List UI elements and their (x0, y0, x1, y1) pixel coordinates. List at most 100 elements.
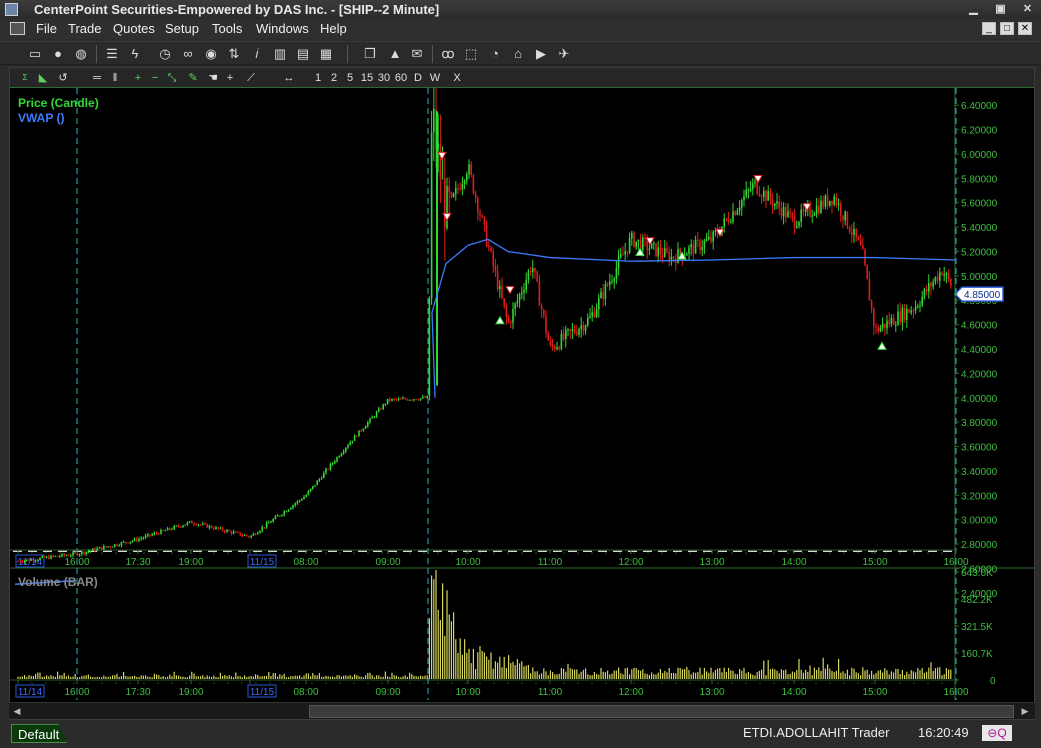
candle-body (923, 289, 926, 297)
window-icon[interactable]: ▭ (27, 46, 43, 62)
candle-body (765, 190, 767, 201)
menu-trade[interactable]: Trade (68, 19, 101, 39)
timeframe-d[interactable]: D (412, 70, 424, 86)
stretch-icon[interactable]: ↔ (282, 70, 296, 86)
crosshair-icon[interactable]: + (223, 70, 237, 86)
area-chart-icon[interactable]: ◣ (36, 70, 50, 86)
video-icon[interactable]: ▶ (533, 46, 549, 62)
candle-body (78, 554, 81, 556)
chart-canvas[interactable]: 6.40000 6.20000 6.00000 5.80000 5.60000 5.400… (10, 88, 1034, 700)
twitter-icon[interactable]: ✈ (556, 46, 572, 62)
eye-icon[interactable]: ◉ (203, 46, 219, 62)
hand-icon[interactable]: ☚ (206, 70, 220, 86)
list-icon[interactable]: ☰ (104, 46, 120, 62)
candle-body (925, 289, 928, 292)
candle-body (688, 247, 690, 254)
close-chart-tools-icon[interactable]: X (451, 70, 463, 86)
candle-body (87, 551, 90, 553)
candle-body (584, 325, 587, 331)
menu-bar: File Trade Quotes Setup Tools Windows He… (0, 19, 1041, 39)
scrollbar-thumb[interactable] (309, 705, 1014, 718)
mail-icon[interactable]: ✉ (409, 46, 425, 62)
menu-help[interactable]: Help (320, 19, 347, 39)
menu-windows[interactable]: Windows (256, 19, 309, 39)
candle-body (589, 316, 591, 318)
sum-icon[interactable]: Σ (18, 70, 32, 86)
link-icon[interactable]: ∞ (180, 46, 196, 62)
candle-body (70, 555, 72, 557)
candle-body (686, 253, 688, 256)
candle-body (155, 532, 158, 534)
info-icon[interactable]: 𝑖 (249, 46, 265, 62)
timeframe-5[interactable]: 5 (344, 70, 356, 86)
trendline-icon[interactable]: ⟋ (244, 70, 258, 86)
candle-body (342, 451, 345, 454)
undo-icon[interactable]: ↺ (56, 70, 70, 86)
candle-body (496, 270, 499, 290)
restore-icon[interactable]: ▣ (994, 3, 1007, 15)
home-icon[interactable]: ⌂ (510, 46, 526, 62)
vertical-line-icon[interactable]: ‖ (108, 70, 122, 86)
timeframe-2[interactable]: 2 (328, 70, 340, 86)
candle-body (503, 298, 505, 306)
candle-body (455, 188, 457, 194)
candle-body (802, 209, 805, 212)
zoom-out-icon[interactable]: − (148, 70, 162, 86)
candle-body (424, 396, 426, 398)
fit-icon[interactable]: ⤡ (165, 70, 179, 86)
candle-body (857, 237, 860, 240)
horizontal-line-icon[interactable]: ═ (90, 70, 104, 86)
menu-setup[interactable]: Setup (165, 19, 199, 39)
copy-icon[interactable]: ❐ (362, 46, 378, 62)
candle-body (125, 541, 127, 543)
scroll-right-icon[interactable]: ▶ (1019, 705, 1031, 718)
layout-tab-default[interactable]: Default (11, 724, 67, 743)
candle-body (325, 469, 327, 473)
price-tick-label: 3.80000 (961, 418, 998, 429)
columns-icon[interactable]: ▤ (295, 46, 311, 62)
timeframe-30[interactable]: 30 (377, 70, 391, 86)
sort-icon[interactable]: ⇅ (226, 46, 242, 62)
history-icon[interactable]: ◔ (487, 46, 503, 62)
candle-body (950, 279, 952, 287)
mdi-minimize-icon[interactable]: _ (982, 22, 996, 35)
warning-icon[interactable]: ▲ (387, 46, 403, 62)
user-icon[interactable]: ● (50, 46, 66, 62)
minimize-icon[interactable]: ▁ (967, 3, 980, 15)
candle-body (439, 143, 442, 180)
scroll-left-icon[interactable]: ◀ (11, 705, 23, 718)
mdi-close-icon[interactable]: ✕ (1018, 22, 1032, 35)
candle-body (358, 430, 360, 437)
candle-body (569, 329, 571, 332)
candle-body (919, 305, 921, 307)
timeframe-60[interactable]: 60 (394, 70, 408, 86)
menu-file[interactable]: File (36, 19, 57, 39)
menu-tools[interactable]: Tools (212, 19, 242, 39)
horizontal-scrollbar[interactable]: ◀ ▶ (9, 702, 1035, 719)
timeframe-w[interactable]: W (428, 70, 442, 86)
price-x-tick-label: 11/14 (18, 557, 43, 568)
bar-chart-icon[interactable]: ▥ (272, 46, 288, 62)
candle-body (164, 530, 167, 532)
lightning-icon[interactable]: ϟ (127, 46, 143, 62)
mdi-restore-icon[interactable]: □ (1000, 22, 1014, 35)
timeframe-1[interactable]: 1 (312, 70, 324, 86)
close-icon[interactable]: ✕ (1021, 3, 1034, 15)
connection-status-icon[interactable]: ⊖Q (982, 725, 1012, 741)
timeframe-15[interactable]: 15 (360, 70, 374, 86)
candle-body (892, 317, 895, 326)
price-x-tick-label: 15:00 (862, 557, 887, 568)
select-icon[interactable]: ⬚ (463, 46, 479, 62)
candle-body (85, 551, 87, 554)
price-tick-label: 4.00000 (961, 394, 998, 405)
binoculars-icon[interactable]: ꝏ (440, 46, 456, 62)
window-list-icon[interactable]: ▦ (318, 46, 334, 62)
menu-quotes[interactable]: Quotes (113, 19, 155, 39)
zoom-in-icon[interactable]: + (131, 70, 145, 86)
candle-body (175, 525, 178, 527)
draw-icon[interactable]: ✎ (186, 70, 200, 86)
candle-body (780, 207, 783, 217)
mdi-window-icon[interactable] (10, 22, 25, 35)
clock-icon[interactable]: ◷ (157, 46, 173, 62)
globe-icon[interactable]: ◍ (73, 46, 89, 62)
